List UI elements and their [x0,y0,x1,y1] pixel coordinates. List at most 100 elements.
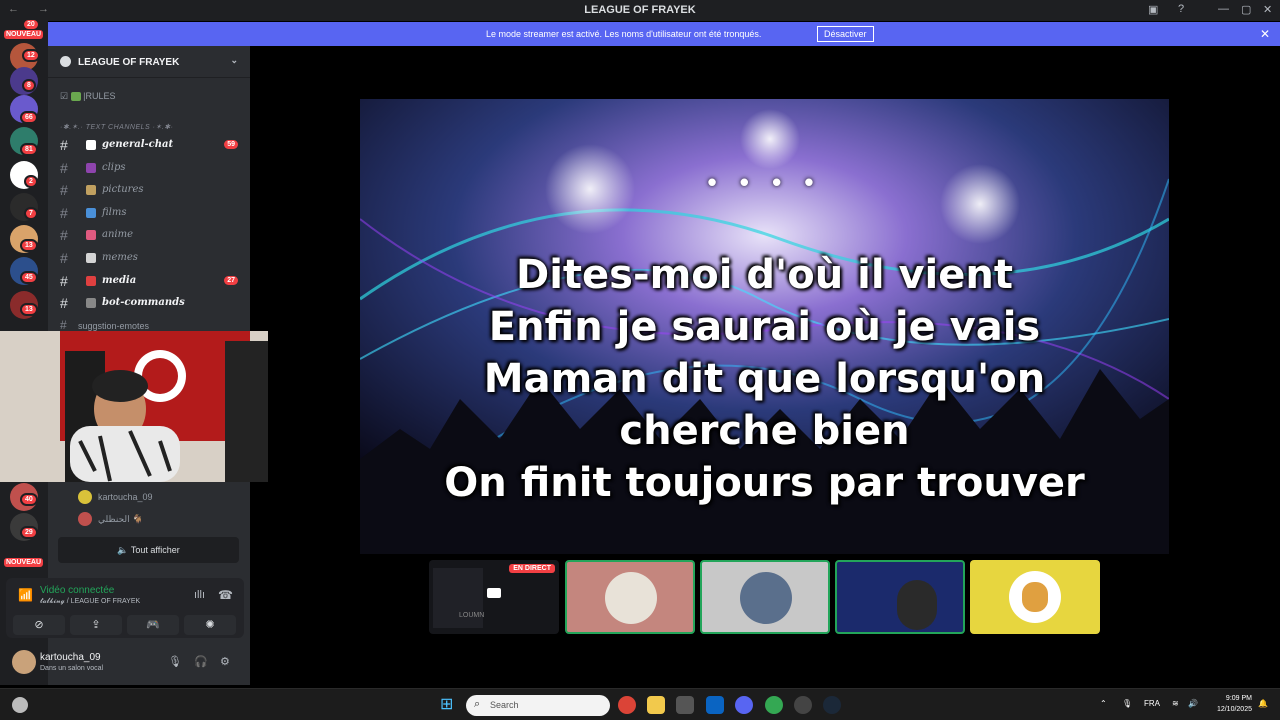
tray-chevron-icon[interactable]: ⌃ [1100,699,1107,708]
discord-icon[interactable] [735,696,753,714]
inbox-icon[interactable]: ▣ [1148,3,1158,16]
guild-header[interactable]: LEAGUE OF FRAYEK ⌄ [48,46,250,78]
widgets-icon[interactable] [12,697,28,713]
voice-connection-panel: 📶 Vidéo connectée 𝓽𝓪𝓵𝓴𝓲𝓷𝓰 / LEAGUE OF FR… [6,578,244,638]
minimize-icon[interactable]: — [1218,3,1229,15]
server-badge: 13 [20,303,38,316]
soundboard-button[interactable]: ✺ [184,615,236,635]
hashtag-icon: # [60,160,68,176]
screen-share-icon: ⇪ [91,619,101,631]
headphones-icon[interactable]: 🎧 [194,655,208,668]
mention-badge: 59 [224,140,238,149]
volume-icon[interactable]: 🔊 [1188,699,1198,708]
window-title: LEAGUE OF FRAYEK [584,4,696,16]
hashtag-icon: # [60,250,68,266]
server-badge: 29 [20,526,38,539]
share-screen-button[interactable]: ⇪ [70,615,122,635]
lyrics-line: On finit toujours par trouver [444,460,1085,506]
activity-button[interactable]: 🎮 [127,615,179,635]
show-all-button[interactable]: 🔈 Tout afficher [58,537,239,563]
gear-icon[interactable]: ⚙ [220,655,230,668]
show-all-label: Tout afficher [130,545,180,555]
participant-tile-screen[interactable]: EN DIRECT LOUMN [429,560,559,634]
participant-tile[interactable] [700,560,830,634]
participant-tile[interactable] [565,560,695,634]
channel-clips[interactable]: # clips [56,158,242,178]
webcam-image [0,331,268,482]
channel-name: general-chat [102,139,174,150]
clock[interactable]: 9:09 PM 12/10/2025 [1206,693,1252,715]
camera-button[interactable]: ⊘ [13,615,65,635]
banner-close-icon[interactable]: ✕ [1260,27,1270,41]
maximize-icon[interactable]: ▢ [1241,3,1251,16]
channel-name: bot-commands [102,297,185,308]
user-name: kartoucha_09 [40,652,101,663]
hashtag-icon: # [60,182,68,198]
participant-tile-camera[interactable] [835,560,965,634]
channel-name: memes [102,252,138,263]
hashtag-icon: # [60,318,67,332]
server-badge: 13 [20,239,38,252]
category-text-channels[interactable]: ·✱.✶.· TEXT CHANNELS ·✶.✱· [60,123,173,131]
screen-text: LOUMN [459,612,485,619]
channel-memes[interactable]: # memes [56,248,242,268]
channel-name: clips [102,162,126,173]
microphone-icon[interactable]: 🎙 [1122,699,1132,708]
chrome-profile-icon[interactable] [765,696,783,714]
soundboard-icon: ✺ [205,619,215,631]
voice-user-name: الحنظلي 🐐 [98,514,144,524]
channel-pictures[interactable]: # pictures [56,180,242,200]
screen-share-icon [487,588,501,598]
chrome-icon[interactable] [618,696,636,714]
channel-media[interactable]: # media 27 [56,271,242,291]
clock-date: 12/10/2025 [1216,706,1252,713]
lyrics-line: Enfin je saurai où je vais [488,304,1041,350]
steam-icon[interactable] [823,696,841,714]
book-icon [70,92,81,102]
connection-state: Vidéo connectée [40,585,115,596]
avatar[interactable] [12,650,36,674]
hashtag-icon: # [60,205,68,221]
channel-name: suggstion-emotes [78,321,150,331]
store-icon[interactable] [676,696,694,714]
speaker-icon: 🔈 [117,545,129,555]
channel-anime[interactable]: # anime [56,225,242,245]
wifi-icon[interactable]: ≋ [1172,699,1179,708]
stream-stage[interactable]: • • • • Dites-moi d'où il vient Enfin je… [360,99,1169,554]
hashtag-icon: # [60,273,68,289]
connection-location[interactable]: 𝓽𝓪𝓵𝓴𝓲𝓷𝓰 / LEAGUE OF FRAYEK [40,598,140,606]
avatar [740,572,792,624]
outlook-icon[interactable] [706,696,724,714]
noise-icon[interactable]: ıllı [194,589,205,601]
signal-icon[interactable]: 📶 [18,588,33,602]
file-explorer-icon[interactable] [647,696,665,714]
chevron-down-icon[interactable]: ⌄ [230,55,238,66]
server-badge: 40 [20,493,38,506]
rules-channel[interactable]: ☑ |RULES [60,91,115,102]
notification-icon[interactable]: 🔔 [1258,699,1268,708]
participant-tile[interactable] [970,560,1100,634]
channel-bot-commands[interactable]: # bot-commands [56,293,242,313]
channel-general-chat[interactable]: # general-chat 59 [56,135,242,155]
obs-icon[interactable] [794,696,812,714]
disable-streamer-button[interactable]: Désactiver [817,26,874,42]
guild-icon [60,56,71,67]
disconnect-icon[interactable]: ☎ [218,588,233,602]
help-icon[interactable]: ? [1178,3,1184,15]
search-icon: ⌕ [474,698,481,710]
microphone-icon[interactable]: 🎙 [168,655,182,668]
taskbar-search[interactable]: ⌕ Search [466,695,610,716]
start-icon[interactable]: ⊞ [440,697,453,713]
channel-emoji-icon [86,163,96,173]
close-window-icon[interactable]: ✕ [1263,3,1272,16]
server-badge: 2 [24,175,38,188]
clock-time: 9:09 PM [1225,695,1252,702]
new-label: NOUVEAU [4,558,44,567]
user-status: Dans un salon vocal [40,665,104,672]
user-panel: kartoucha_09 Dans un salon vocal 🎙 🎧 ⚙ [6,646,244,682]
title-bar: ← → LEAGUE OF FRAYEK ▣ ? — ▢ ✕ [0,0,1280,21]
banner-message: Le mode streamer est activé. Les noms d'… [486,29,762,39]
language-indicator[interactable]: FRA [1144,699,1160,708]
channel-films[interactable]: # films [56,203,242,223]
channel-name: films [102,207,127,218]
